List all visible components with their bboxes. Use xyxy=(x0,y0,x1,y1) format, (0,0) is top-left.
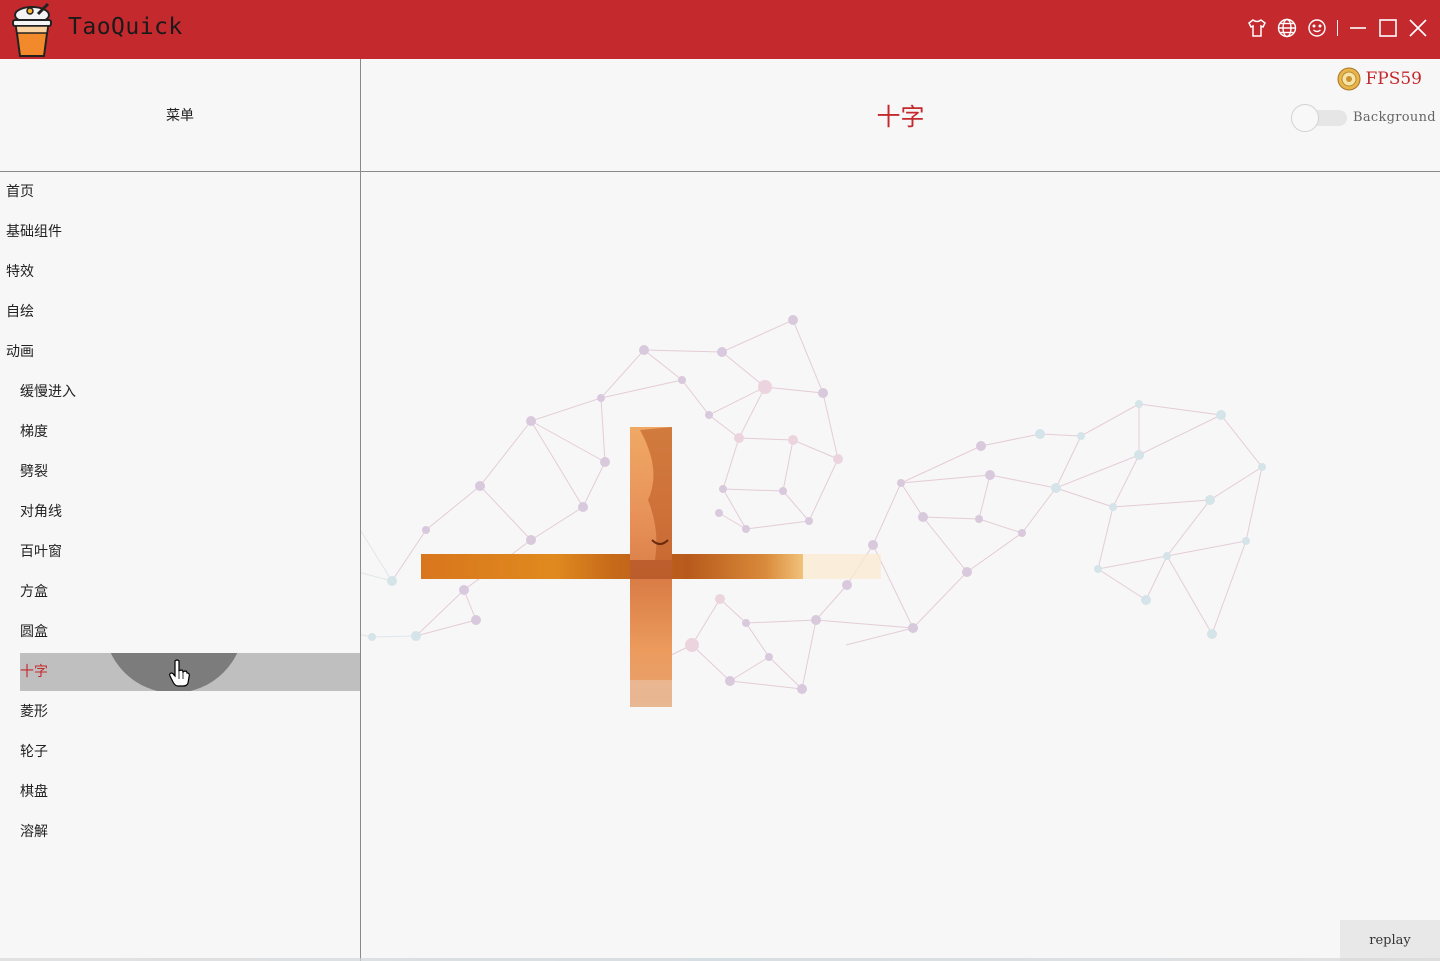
menu-item-animation[interactable]: 动画 xyxy=(0,332,360,372)
content-header: 十字 FPS59 Background xyxy=(361,59,1440,172)
globe-language-icon[interactable] xyxy=(1276,17,1298,39)
minimize-icon[interactable] xyxy=(1347,17,1369,39)
menu-item-diagonal[interactable]: 对角线 xyxy=(0,492,360,532)
bubble-tea-cup-icon xyxy=(12,2,52,57)
menu-item-gradient[interactable]: 梯度 xyxy=(0,412,360,452)
menu-item-label: 棋盘 xyxy=(20,784,48,800)
menu-item-custom-draw[interactable]: 自绘 xyxy=(0,292,360,332)
content-area: 十字 FPS59 Background replay xyxy=(361,59,1440,961)
menu-item-label: 动画 xyxy=(6,344,34,360)
click-ripple xyxy=(104,653,244,691)
menu-item-diamond[interactable]: 菱形 xyxy=(0,692,360,732)
menu-item-label: 轮子 xyxy=(20,744,48,760)
menu-item-cross[interactable]: 十字 xyxy=(0,652,360,692)
maximize-icon[interactable] xyxy=(1377,17,1399,39)
menu-item-checkerboard[interactable]: 棋盘 xyxy=(0,772,360,812)
menu-item-label: 圆盒 xyxy=(20,624,48,640)
menu-item-wheel[interactable]: 轮子 xyxy=(0,732,360,772)
background-toggle[interactable] xyxy=(1291,104,1347,134)
skin-shirt-icon[interactable] xyxy=(1246,17,1268,39)
menu-item-label: 方盒 xyxy=(20,584,48,600)
menu-item-circle[interactable]: 圆盒 xyxy=(0,612,360,652)
menu-item-label: 基础组件 xyxy=(6,224,62,240)
menu-item-label: 菱形 xyxy=(20,704,48,720)
menu-list: 首页 基础组件 特效 自绘 动画 缓慢进入 梯度 劈裂 对角线 百叶窗 方盒 圆… xyxy=(0,172,360,852)
menu-item-label: 百叶窗 xyxy=(20,544,62,560)
menu-item-label: 梯度 xyxy=(20,424,48,440)
menu-header: 菜单 xyxy=(0,59,360,172)
titlebar-separator xyxy=(1337,20,1338,36)
menu-item-blinds[interactable]: 百叶窗 xyxy=(0,532,360,572)
menu-item-home[interactable]: 首页 xyxy=(0,172,360,212)
selected-highlight xyxy=(20,653,360,691)
fps-text: FPS59 xyxy=(1365,69,1422,89)
background-toggle-label: Background xyxy=(1353,110,1436,125)
menu-item-box[interactable]: 方盒 xyxy=(0,572,360,612)
menu-item-label: 首页 xyxy=(6,184,34,200)
menu-item-label: 缓慢进入 xyxy=(20,384,76,400)
fps-gauge-icon xyxy=(1337,67,1361,91)
replay-button[interactable]: replay xyxy=(1340,920,1440,961)
fps-indicator: FPS59 xyxy=(1337,67,1422,91)
toggle-knob xyxy=(1291,104,1319,132)
app-title: TaoQuick xyxy=(68,14,183,40)
menu-item-label: 自绘 xyxy=(6,304,34,320)
menu-item-dissolve[interactable]: 溶解 xyxy=(0,812,360,852)
menu-item-label: 溶解 xyxy=(20,824,48,840)
sidebar: 菜单 首页 基础组件 特效 自绘 动画 缓慢进入 梯度 劈裂 对角线 百叶窗 方… xyxy=(0,59,361,961)
menu-item-effects[interactable]: 特效 xyxy=(0,252,360,292)
menu-item-fly-in[interactable]: 缓慢进入 xyxy=(0,372,360,412)
menu-item-label: 特效 xyxy=(6,264,34,280)
close-icon[interactable] xyxy=(1407,17,1429,39)
menu-item-label: 劈裂 xyxy=(20,464,48,480)
page-title: 十字 xyxy=(876,103,925,131)
menu-item-label: 对角线 xyxy=(20,504,62,520)
menu-item-basic-components[interactable]: 基础组件 xyxy=(0,212,360,252)
menu-item-label: 十字 xyxy=(20,664,48,680)
smiley-about-icon[interactable] xyxy=(1306,17,1328,39)
menu-item-split[interactable]: 劈裂 xyxy=(0,452,360,492)
title-bar[interactable]: TaoQuick xyxy=(0,0,1440,59)
